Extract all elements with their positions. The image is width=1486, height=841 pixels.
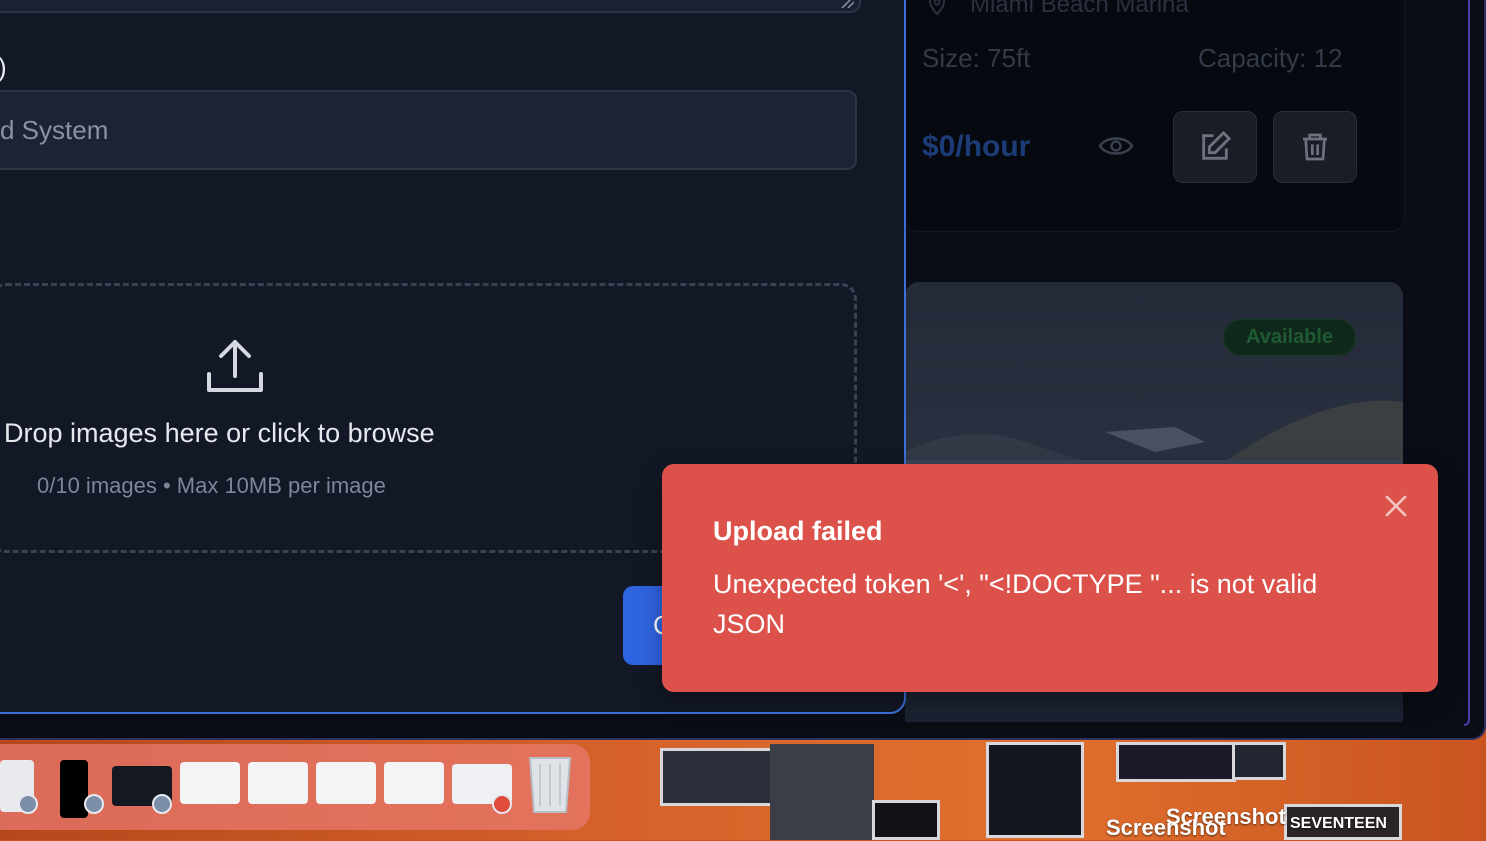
desktop-file-label: SEVENTEEN — [1290, 815, 1387, 832]
window-border — [1464, 0, 1470, 726]
resize-grip-icon[interactable] — [838, 0, 854, 8]
dock-badge-icon — [84, 794, 104, 814]
dock-window-thumbnail[interactable] — [180, 762, 240, 804]
dropzone-subtitle: 0/10 images • Max 10MB per image — [37, 473, 386, 498]
dropzone-title: Drop images here or click to browse — [4, 418, 435, 448]
close-icon[interactable] — [1382, 492, 1410, 520]
dock-badge-icon — [18, 794, 38, 814]
error-toast: Upload failed Unexpected token '<', "<!D… — [662, 464, 1438, 692]
dock-badge-icon — [152, 794, 172, 814]
edit-icon — [1202, 130, 1232, 160]
chrome-icon — [492, 794, 512, 814]
desktop-file-thumbnail[interactable] — [770, 744, 874, 840]
toast-message: Unexpected token '<', "<!DOCTYPE "... is… — [713, 569, 1318, 639]
desktop-file-thumbnail[interactable] — [1116, 742, 1236, 782]
dock-window-thumbnail[interactable] — [316, 762, 376, 804]
input-value: d System — [0, 115, 109, 145]
dock-window-thumbnail[interactable] — [60, 760, 88, 818]
text-input[interactable] — [0, 90, 857, 170]
upload-icon — [207, 340, 263, 392]
delete-button[interactable] — [1273, 111, 1357, 183]
desktop-file-label: Screenshot — [1106, 815, 1226, 840]
dock-window-thumbnail[interactable] — [248, 762, 308, 804]
status-badge: Available — [1223, 319, 1357, 356]
desktop-file-thumbnail[interactable] — [660, 748, 776, 806]
location-pin-icon — [928, 0, 946, 16]
field-label: ) — [0, 52, 7, 83]
listing-size: Size: 75ft — [922, 43, 1031, 73]
toast-title: Upload failed — [713, 516, 883, 546]
description-textarea[interactable] — [0, 0, 861, 13]
trash-icon — [1303, 133, 1327, 161]
desktop-file-thumbnail[interactable] — [1232, 742, 1286, 780]
listing-location: Miami Beach Marina — [970, 0, 1189, 18]
edit-button[interactable] — [1173, 111, 1257, 183]
listing-price: $0/hour — [922, 130, 1031, 163]
dock-window-thumbnail[interactable] — [384, 762, 444, 804]
desktop-file-thumbnail[interactable] — [986, 742, 1084, 838]
listing-capacity: Capacity: 12 — [1198, 43, 1343, 73]
trash-bin-icon[interactable] — [526, 752, 574, 814]
desktop-file-thumbnail[interactable] — [872, 800, 940, 840]
eye-icon[interactable] — [1098, 132, 1134, 160]
